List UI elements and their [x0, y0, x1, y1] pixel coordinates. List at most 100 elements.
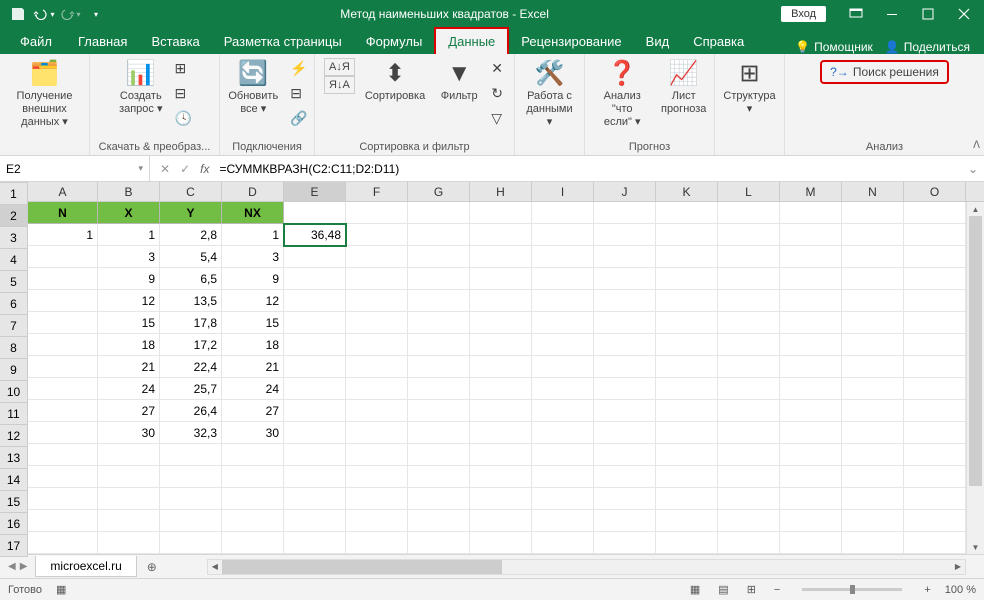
cell-O8[interactable]: [904, 356, 966, 378]
cell-A1[interactable]: N: [28, 202, 98, 224]
cell-M2[interactable]: [780, 224, 842, 246]
row-header-16[interactable]: 16: [0, 513, 27, 535]
cell-A7[interactable]: [28, 334, 98, 356]
row-header-5[interactable]: 5: [0, 271, 27, 293]
cell-O12[interactable]: [904, 444, 966, 466]
col-header-E[interactable]: E: [284, 182, 346, 201]
cell-L12[interactable]: [718, 444, 780, 466]
zoom-in-button[interactable]: +: [920, 584, 934, 596]
cell-K13[interactable]: [656, 466, 718, 488]
cell-H6[interactable]: [470, 312, 532, 334]
cell-N9[interactable]: [842, 378, 904, 400]
cell-H7[interactable]: [470, 334, 532, 356]
sheet-tab[interactable]: microexcel.ru: [35, 556, 136, 577]
cell-H9[interactable]: [470, 378, 532, 400]
cell-G2[interactable]: [408, 224, 470, 246]
col-header-B[interactable]: B: [98, 182, 160, 201]
cell-L7[interactable]: [718, 334, 780, 356]
cell-J5[interactable]: [594, 290, 656, 312]
cell-D6[interactable]: 15: [222, 312, 284, 334]
formula-input[interactable]: [215, 162, 961, 176]
cell-K11[interactable]: [656, 422, 718, 444]
cell-N12[interactable]: [842, 444, 904, 466]
expand-formula-bar-icon[interactable]: ⌄: [962, 162, 984, 176]
cell-D12[interactable]: [222, 444, 284, 466]
cell-B4[interactable]: 9: [98, 268, 160, 290]
cell-O15[interactable]: [904, 510, 966, 532]
horizontal-scrollbar[interactable]: ◀ ▶: [207, 559, 966, 575]
cell-E16[interactable]: [284, 532, 346, 554]
login-button[interactable]: Вход: [781, 6, 826, 22]
cell-M4[interactable]: [780, 268, 842, 290]
cell-E4[interactable]: [284, 268, 346, 290]
from-table-icon[interactable]: ⊟: [173, 83, 194, 104]
cell-E14[interactable]: [284, 488, 346, 510]
row-header-6[interactable]: 6: [0, 293, 27, 315]
cell-D13[interactable]: [222, 466, 284, 488]
cell-B16[interactable]: [98, 532, 160, 554]
cell-F16[interactable]: [346, 532, 408, 554]
connections-icon[interactable]: ⚡: [288, 58, 309, 79]
cell-G3[interactable]: [408, 246, 470, 268]
sort-button[interactable]: ⬍ Сортировка: [361, 58, 429, 105]
cell-G9[interactable]: [408, 378, 470, 400]
outline-button[interactable]: ⊞ Структура ▾: [719, 58, 779, 118]
cell-J11[interactable]: [594, 422, 656, 444]
ribbon-options-icon[interactable]: [840, 2, 872, 26]
new-query-button[interactable]: 📊 Создать запрос ▾: [115, 58, 166, 118]
cell-I7[interactable]: [532, 334, 594, 356]
cell-A4[interactable]: [28, 268, 98, 290]
cell-O4[interactable]: [904, 268, 966, 290]
cell-I13[interactable]: [532, 466, 594, 488]
cell-I16[interactable]: [532, 532, 594, 554]
cell-N6[interactable]: [842, 312, 904, 334]
clear-filter-icon[interactable]: ✕: [489, 58, 505, 79]
cell-C3[interactable]: 5,4: [160, 246, 222, 268]
cell-B9[interactable]: 24: [98, 378, 160, 400]
cell-N10[interactable]: [842, 400, 904, 422]
cell-C15[interactable]: [160, 510, 222, 532]
zoom-slider[interactable]: [802, 588, 902, 591]
cell-O13[interactable]: [904, 466, 966, 488]
cell-C6[interactable]: 17,8: [160, 312, 222, 334]
row-header-13[interactable]: 13: [0, 447, 27, 469]
cell-H4[interactable]: [470, 268, 532, 290]
name-box[interactable]: ▾: [0, 156, 150, 181]
zoom-level[interactable]: 100 %: [945, 584, 976, 596]
col-header-M[interactable]: M: [780, 182, 842, 201]
cell-M12[interactable]: [780, 444, 842, 466]
cell-D14[interactable]: [222, 488, 284, 510]
cell-M1[interactable]: [780, 202, 842, 224]
row-header-12[interactable]: 12: [0, 425, 27, 447]
cell-M10[interactable]: [780, 400, 842, 422]
cell-M11[interactable]: [780, 422, 842, 444]
cell-K6[interactable]: [656, 312, 718, 334]
cell-H14[interactable]: [470, 488, 532, 510]
row-header-2[interactable]: 2: [0, 205, 27, 227]
tab-review[interactable]: Рецензирование: [509, 29, 633, 54]
cell-O7[interactable]: [904, 334, 966, 356]
cell-K8[interactable]: [656, 356, 718, 378]
data-tools-button[interactable]: 🛠️ Работа с данными ▾: [521, 58, 578, 132]
minimize-icon[interactable]: [876, 2, 908, 26]
cell-A11[interactable]: [28, 422, 98, 444]
cell-O16[interactable]: [904, 532, 966, 554]
cell-H8[interactable]: [470, 356, 532, 378]
tab-help[interactable]: Справка: [681, 29, 756, 54]
cell-G12[interactable]: [408, 444, 470, 466]
cell-H15[interactable]: [470, 510, 532, 532]
col-header-K[interactable]: K: [656, 182, 718, 201]
cell-M8[interactable]: [780, 356, 842, 378]
cells-area[interactable]: NXYNX112,8136,4835,4396,591213,5121517,8…: [28, 202, 984, 554]
cell-B13[interactable]: [98, 466, 160, 488]
cell-H2[interactable]: [470, 224, 532, 246]
cell-D15[interactable]: [222, 510, 284, 532]
cell-E1[interactable]: [284, 202, 346, 224]
cell-E15[interactable]: [284, 510, 346, 532]
sort-za-icon[interactable]: Я↓А: [324, 76, 355, 94]
cell-J12[interactable]: [594, 444, 656, 466]
add-sheet-button[interactable]: ⊕: [137, 560, 167, 574]
sort-az-icon[interactable]: А↓Я: [324, 58, 355, 76]
maximize-icon[interactable]: [912, 2, 944, 26]
cell-J2[interactable]: [594, 224, 656, 246]
